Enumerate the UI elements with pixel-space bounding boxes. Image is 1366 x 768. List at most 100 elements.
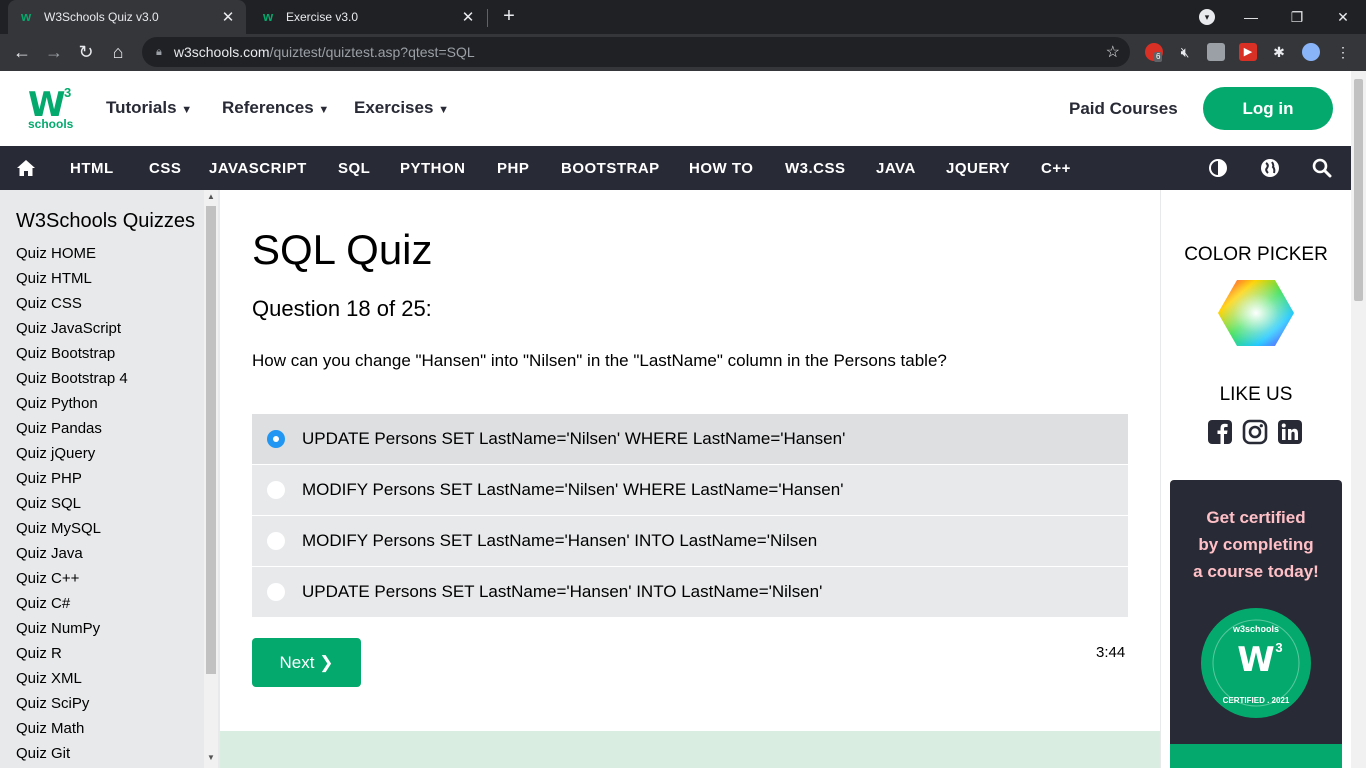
topic-bootstrap[interactable]: BOOTSTRAP bbox=[561, 160, 660, 177]
sidebar-item-git[interactable]: Quiz Git bbox=[16, 744, 128, 768]
topic-python[interactable]: PYTHON bbox=[400, 160, 466, 177]
back-arrow-icon[interactable]: ← bbox=[8, 38, 36, 66]
scroll-up-icon[interactable]: ▲ bbox=[207, 193, 215, 201]
sidebar-item-r[interactable]: Quiz R bbox=[16, 644, 128, 669]
home-icon[interactable]: ⌂ bbox=[104, 38, 132, 66]
close-tab-icon[interactable]: ✕ bbox=[460, 8, 476, 26]
color-picker-icon[interactable] bbox=[1217, 278, 1295, 348]
search-icon[interactable] bbox=[1312, 158, 1332, 178]
sidebar-item-scipy[interactable]: Quiz SciPy bbox=[16, 694, 128, 719]
caret-down-icon: ▼ bbox=[438, 104, 450, 116]
sidebar-item-math[interactable]: Quiz Math bbox=[16, 719, 128, 744]
answer-option-1[interactable]: UPDATE Persons SET LastName='Nilsen' WHE… bbox=[252, 414, 1128, 464]
w3schools-favicon-icon: w bbox=[20, 9, 32, 24]
sidebar-item-bootstrap[interactable]: Quiz Bootstrap bbox=[16, 344, 128, 369]
paid-courses-link[interactable]: Paid Courses bbox=[1069, 99, 1178, 119]
topic-php[interactable]: PHP bbox=[497, 160, 529, 177]
w3schools-favicon-icon: w bbox=[262, 9, 274, 24]
sidebar-item-jquery[interactable]: Quiz jQuery bbox=[16, 444, 128, 469]
sidebar-list: Quiz HOME Quiz HTML Quiz CSS Quiz JavaSc… bbox=[16, 244, 128, 768]
sidebar-item-sql[interactable]: Quiz SQL bbox=[16, 494, 128, 519]
sidebar-item-java[interactable]: Quiz Java bbox=[16, 544, 128, 569]
topic-nav: HTML CSS JAVASCRIPT SQL PYTHON PHP BOOTS… bbox=[0, 146, 1351, 190]
topic-html[interactable]: HTML bbox=[70, 160, 114, 177]
dark-mode-icon[interactable] bbox=[1208, 158, 1228, 178]
new-tab-button[interactable]: + bbox=[498, 5, 520, 27]
sidebar-item-html[interactable]: Quiz HTML bbox=[16, 269, 128, 294]
cert-cta-bar[interactable] bbox=[1170, 744, 1342, 768]
sidebar-item-csharp[interactable]: Quiz C# bbox=[16, 594, 128, 619]
home-icon[interactable] bbox=[16, 158, 36, 178]
radio-button[interactable] bbox=[267, 481, 285, 499]
reload-icon[interactable]: ↻ bbox=[72, 38, 100, 66]
sidebar-item-home[interactable]: Quiz HOME bbox=[16, 244, 128, 269]
topic-javascript[interactable]: JAVASCRIPT bbox=[209, 160, 307, 177]
sidebar-scrollbar[interactable]: ▲ ▼ bbox=[204, 190, 218, 768]
answer-text: UPDATE Persons SET LastName='Nilsen' WHE… bbox=[302, 429, 846, 448]
color-picker-title[interactable]: COLOR PICKER bbox=[1161, 244, 1351, 266]
topic-css[interactable]: CSS bbox=[149, 160, 181, 177]
caret-down-icon: ▼ bbox=[181, 104, 193, 116]
tab-exercise[interactable]: w Exercise v3.0 ✕ bbox=[250, 0, 486, 34]
linkedin-icon[interactable] bbox=[1277, 419, 1303, 445]
minimize-button[interactable]: — bbox=[1228, 0, 1274, 34]
topic-cpp[interactable]: C++ bbox=[1041, 160, 1071, 177]
menu-tutorials[interactable]: Tutorials ▼ bbox=[106, 98, 192, 118]
answer-option-4[interactable]: UPDATE Persons SET LastName='Hansen' INT… bbox=[252, 567, 1128, 617]
extension-video-icon[interactable]: ▶ bbox=[1239, 43, 1257, 61]
sidebar-item-cpp[interactable]: Quiz C++ bbox=[16, 569, 128, 594]
extensions-puzzle-icon[interactable]: ✱ bbox=[1270, 43, 1288, 61]
menu-kebab-icon[interactable]: ⋮ bbox=[1334, 43, 1352, 61]
menu-references[interactable]: References ▼ bbox=[222, 98, 329, 118]
mute-tab-icon[interactable]: 🔇︎ bbox=[1176, 43, 1194, 61]
url-host: w3schools.com bbox=[173, 44, 270, 60]
menu-exercises[interactable]: Exercises ▼ bbox=[354, 98, 449, 118]
quiz-sidebar: W3Schools Quizzes Quiz HOME Quiz HTML Qu… bbox=[0, 190, 220, 768]
topic-java[interactable]: JAVA bbox=[876, 160, 916, 177]
sidebar-item-xml[interactable]: Quiz XML bbox=[16, 669, 128, 694]
restore-button[interactable]: ❐ bbox=[1274, 0, 1320, 34]
scroll-down-icon[interactable]: ▼ bbox=[207, 754, 215, 762]
page-title: SQL Quiz bbox=[252, 226, 433, 273]
sidebar-item-pandas[interactable]: Quiz Pandas bbox=[16, 419, 128, 444]
bookmark-star-icon[interactable]: ☆ bbox=[1106, 42, 1120, 62]
page-scrollbar[interactable] bbox=[1351, 71, 1366, 768]
globe-icon[interactable] bbox=[1260, 158, 1280, 178]
badge-bottom-text: CERTIFIED . 2021 bbox=[1223, 696, 1290, 705]
tab-search-icon[interactable]: ▾ bbox=[1199, 9, 1215, 25]
login-button[interactable]: Log in bbox=[1203, 87, 1333, 130]
browser-tab-bar: w W3Schools Quiz v3.0 ✕ w Exercise v3.0 … bbox=[0, 0, 1366, 34]
extension-photo-icon[interactable] bbox=[1207, 43, 1225, 61]
certification-promo[interactable]: Get certified by completing a course tod… bbox=[1170, 480, 1342, 768]
topic-howto[interactable]: HOW TO bbox=[689, 160, 753, 177]
sidebar-scroll-thumb[interactable] bbox=[206, 206, 216, 674]
close-window-button[interactable]: ✕ bbox=[1320, 0, 1366, 34]
sidebar-item-css[interactable]: Quiz CSS bbox=[16, 294, 128, 319]
w3schools-logo[interactable]: W 3 schools bbox=[22, 85, 78, 133]
sidebar-item-numpy[interactable]: Quiz NumPy bbox=[16, 619, 128, 644]
forward-arrow-icon[interactable]: → bbox=[40, 38, 68, 66]
address-bar[interactable]: 🔒︎ w3schools.com/quiztest/quiztest.asp?q… bbox=[142, 37, 1130, 67]
topic-jquery[interactable]: JQUERY bbox=[946, 160, 1010, 177]
menu-label: Tutorials bbox=[106, 98, 177, 117]
instagram-icon[interactable] bbox=[1242, 419, 1268, 445]
radio-button-selected[interactable] bbox=[267, 430, 285, 448]
profile-avatar[interactable] bbox=[1302, 43, 1320, 61]
adblock-extension-icon[interactable]: 6 bbox=[1145, 43, 1163, 62]
answer-option-3[interactable]: MODIFY Persons SET LastName='Hansen' INT… bbox=[252, 516, 1128, 566]
next-button[interactable]: Next ❯ bbox=[252, 638, 361, 687]
sidebar-item-php[interactable]: Quiz PHP bbox=[16, 469, 128, 494]
answer-option-2[interactable]: MODIFY Persons SET LastName='Nilsen' WHE… bbox=[252, 465, 1128, 515]
facebook-icon[interactable] bbox=[1207, 419, 1233, 445]
page-scroll-thumb[interactable] bbox=[1354, 79, 1363, 301]
sidebar-item-python[interactable]: Quiz Python bbox=[16, 394, 128, 419]
tab-quiz[interactable]: w W3Schools Quiz v3.0 ✕ bbox=[8, 0, 246, 34]
sidebar-item-bootstrap4[interactable]: Quiz Bootstrap 4 bbox=[16, 369, 128, 394]
topic-sql[interactable]: SQL bbox=[338, 160, 370, 177]
sidebar-item-javascript[interactable]: Quiz JavaScript bbox=[16, 319, 128, 344]
sidebar-item-mysql[interactable]: Quiz MySQL bbox=[16, 519, 128, 544]
topic-w3css[interactable]: W3.CSS bbox=[785, 160, 846, 177]
radio-button[interactable] bbox=[267, 583, 285, 601]
close-tab-icon[interactable]: ✕ bbox=[220, 8, 236, 26]
radio-button[interactable] bbox=[267, 532, 285, 550]
